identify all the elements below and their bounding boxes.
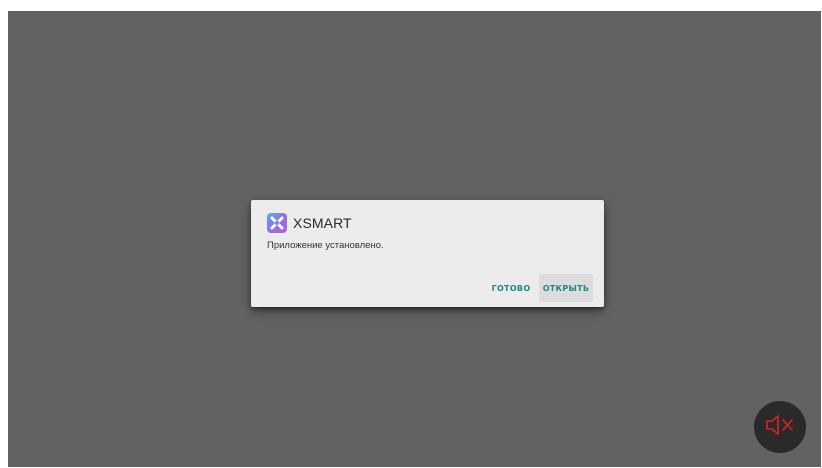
- open-button[interactable]: ОТКРЫТЬ: [539, 274, 593, 302]
- screen-backdrop: XSMART Приложение установлено. ГОТОВО ОТ…: [8, 11, 821, 467]
- install-complete-dialog: XSMART Приложение установлено. ГОТОВО ОТ…: [251, 200, 604, 307]
- dialog-header: XSMART: [267, 213, 352, 233]
- speaker-muted-icon: [765, 414, 795, 440]
- xsmart-app-icon: [267, 213, 287, 233]
- app-title: XSMART: [293, 215, 352, 231]
- done-button[interactable]: ГОТОВО: [489, 274, 533, 302]
- dialog-message: Приложение установлено.: [267, 240, 384, 251]
- mute-toggle-button[interactable]: [754, 401, 806, 453]
